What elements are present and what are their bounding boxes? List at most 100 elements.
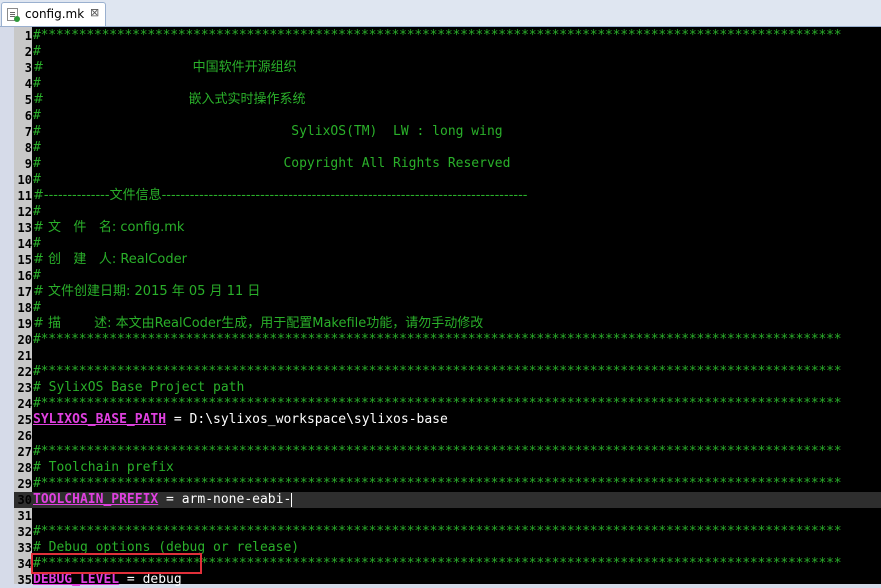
comment-border-line: #***************************************… <box>33 444 842 459</box>
editor-tab-bar: config.mk ⊠ <box>0 0 881 27</box>
code-line[interactable]: 20 #*************************************… <box>14 332 881 348</box>
line-number: 15 <box>17 253 32 267</box>
line-number: 33 <box>17 541 32 555</box>
line-number: 14 <box>17 237 32 251</box>
code-line[interactable]: 32 #*************************************… <box>14 524 881 540</box>
comment-text: # SylixOS Base Project path <box>33 380 245 395</box>
line-number: 27 <box>17 445 32 459</box>
code-line[interactable]: 23 # SylixOS Base Project path <box>14 380 881 396</box>
code-line[interactable]: 22 #*************************************… <box>14 364 881 380</box>
variable-name: TOOLCHAIN_PREFIX <box>33 492 159 507</box>
line-number: 21 <box>17 349 32 363</box>
comment-border-line: #***************************************… <box>33 396 842 411</box>
code-line[interactable]: 13 # 文 件 名: config.mk <box>14 220 881 236</box>
code-line[interactable]: 2 # <box>14 44 881 60</box>
line-number: 30 <box>17 493 32 507</box>
code-line[interactable]: 27 #*************************************… <box>14 444 881 460</box>
assignment-text: DEBUG_LEVEL = debug <box>33 572 182 588</box>
code-line[interactable]: 25 SYLIXOS_BASE_PATH = D:\sylixos_workspa… <box>14 412 881 428</box>
code-line[interactable]: 16 # <box>14 268 881 284</box>
comment-border-line: #***************************************… <box>33 524 842 539</box>
line-number: 13 <box>17 221 32 235</box>
makefile-icon <box>7 8 20 22</box>
comment-text: # <box>33 140 41 155</box>
code-line[interactable]: 28 # Toolchain prefix <box>14 460 881 476</box>
line-number: 1 <box>24 29 32 43</box>
line-number: 16 <box>17 269 32 283</box>
code-line[interactable]: 17 # 文件创建日期: 2015 年 05 月 11 日 <box>14 284 881 300</box>
variable-value: = D:\sylixos_workspace\sylixos-base <box>166 412 448 427</box>
comment-text: # 文件创建日期: 2015 年 05 月 11 日 <box>33 284 261 299</box>
code-line[interactable]: 30 TOOLCHAIN_PREFIX = arm-none-eabi- <box>14 492 881 508</box>
line-number: 7 <box>24 125 32 139</box>
code-line[interactable]: 26 <box>14 428 881 444</box>
line-number: 31 <box>17 509 32 523</box>
comment-text: # Toolchain prefix <box>33 460 174 475</box>
comment-text: # Copyright All Rights Reserved <box>33 156 511 171</box>
assignment-text: SYLIXOS_BASE_PATH = D:\sylixos_workspace… <box>33 412 448 428</box>
comment-border-line: #***************************************… <box>33 332 842 347</box>
line-number: 20 <box>17 333 32 347</box>
line-number: 8 <box>24 141 32 155</box>
text-caret <box>291 492 293 507</box>
code-line[interactable]: 35 DEBUG_LEVEL = debug <box>14 572 881 588</box>
comment-text: # 描 述: 本文由RealCoder生成，用于配置Makefile功能，请勿手… <box>33 316 484 331</box>
line-number: 22 <box>17 365 32 379</box>
code-line[interactable]: 8 # <box>14 140 881 156</box>
variable-name: DEBUG_LEVEL <box>33 572 120 587</box>
comment-text: # <box>33 236 41 251</box>
code-line[interactable]: 5 # 嵌入式实时操作系统 <box>14 92 881 108</box>
close-icon[interactable]: ⊠ <box>90 6 99 19</box>
code-line[interactable]: 21 <box>14 348 881 364</box>
comment-text: # <box>33 268 41 283</box>
line-number: 5 <box>24 93 32 107</box>
code-line[interactable]: 6 # <box>14 108 881 124</box>
comment-text: # <box>33 204 41 219</box>
assignment-text: TOOLCHAIN_PREFIX = arm-none-eabi- <box>33 492 293 508</box>
code-line[interactable]: 18 # <box>14 300 881 316</box>
code-line[interactable]: 1 #**************************************… <box>14 28 881 44</box>
code-line[interactable]: 3 # 中国软件开源组织 <box>14 60 881 76</box>
line-number: 26 <box>17 429 32 443</box>
code-line[interactable]: 9 # Copyright All Rights Reserved <box>14 156 881 172</box>
comment-text: # 嵌入式实时操作系统 <box>33 92 306 107</box>
tab-title: config.mk <box>25 7 85 21</box>
code-line[interactable]: 4 # <box>14 76 881 92</box>
line-number: 29 <box>17 477 32 491</box>
code-line[interactable]: 14 # <box>14 236 881 252</box>
line-number: 2 <box>24 45 32 59</box>
comment-border-line: #***************************************… <box>33 364 842 379</box>
code-line[interactable]: 11 #--------------文件信息-------------------… <box>14 188 881 204</box>
line-number: 12 <box>17 205 32 219</box>
comment-text: # SylixOS(TM) LW : long wing <box>33 124 503 139</box>
line-number: 24 <box>17 397 32 411</box>
code-line[interactable]: 7 # SylixOS(TM) LW : long wing <box>14 124 881 140</box>
code-line[interactable]: 19 # 描 述: 本文由RealCoder生成，用于配置Makefile功能，请… <box>14 316 881 332</box>
code-line[interactable]: 10 # <box>14 172 881 188</box>
code-line[interactable]: 15 # 创 建 人: RealCoder <box>14 252 881 268</box>
variable-name: SYLIXOS_BASE_PATH <box>33 412 167 427</box>
comment-text: # 文 件 名: config.mk <box>33 220 185 235</box>
line-number: 17 <box>17 285 32 299</box>
comment-text: # <box>33 172 41 187</box>
code-line[interactable]: 31 <box>14 508 881 524</box>
line-number: 19 <box>17 317 32 331</box>
code-line[interactable]: 24 #*************************************… <box>14 396 881 412</box>
line-number: 34 <box>17 557 32 571</box>
code-line[interactable]: 29 #*************************************… <box>14 476 881 492</box>
comment-text: # 中国软件开源组织 <box>33 60 297 75</box>
comment-text: # <box>33 108 41 123</box>
comment-text: # <box>33 76 41 91</box>
code-line[interactable]: 12 # <box>14 204 881 220</box>
line-number: 6 <box>24 109 32 123</box>
comment-border-line: #***************************************… <box>33 476 842 491</box>
tab-config-mk[interactable]: config.mk ⊠ <box>1 2 106 26</box>
variable-value: = debug <box>119 572 182 587</box>
comment-text: # <box>33 300 41 315</box>
comment-text: #--------------文件信息---------------------… <box>33 188 528 203</box>
line-number: 23 <box>17 381 32 395</box>
variable-value: = arm-none-eabi- <box>158 492 292 507</box>
line-number: 32 <box>17 525 32 539</box>
line-number: 4 <box>24 77 32 91</box>
line-number: 18 <box>17 301 32 315</box>
